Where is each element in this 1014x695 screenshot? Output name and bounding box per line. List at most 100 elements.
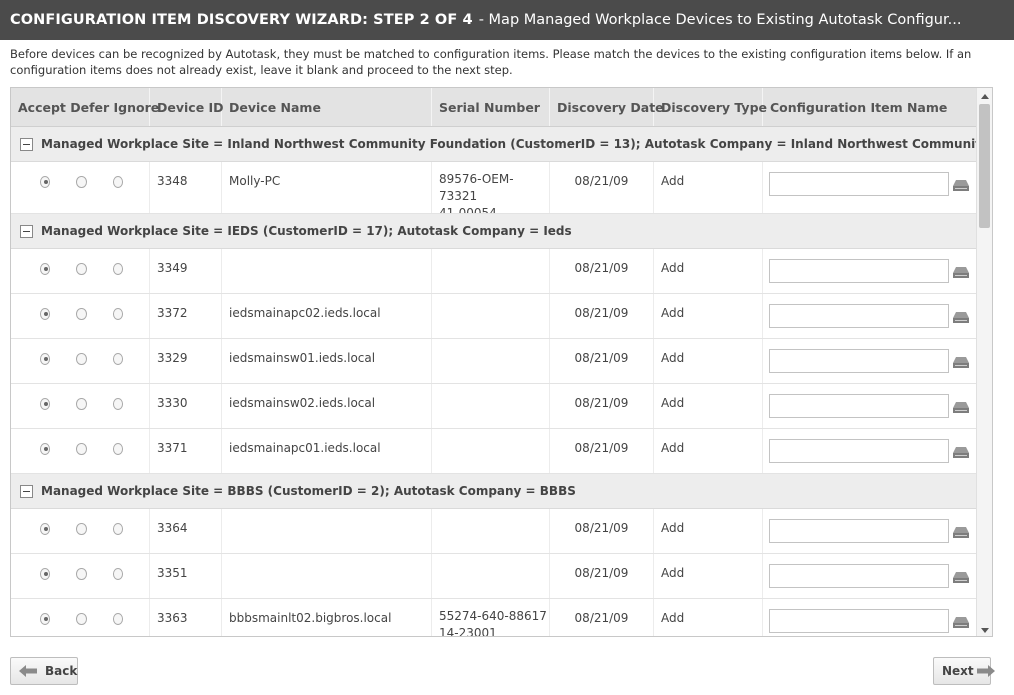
defer-radio[interactable] (76, 176, 87, 188)
action-radio-group (11, 429, 150, 473)
ignore-radio[interactable] (112, 263, 123, 275)
accept-radio[interactable] (40, 568, 51, 580)
header-device-id[interactable]: Device ID (150, 88, 224, 126)
serial-line-2: 41-00054 (439, 206, 497, 213)
wizard-step-subtitle: - Map Managed Workplace Devices to Exist… (478, 12, 962, 28)
collapse-icon[interactable] (20, 484, 33, 498)
collapse-icon[interactable] (20, 224, 33, 238)
back-button-label: Back (45, 664, 78, 678)
discovery-date-cell: 08/21/09 (550, 384, 654, 428)
lookup-icon[interactable] (953, 525, 969, 539)
discovery-type-cell: Add (654, 384, 763, 428)
accept-radio[interactable] (40, 308, 51, 320)
ci-name-input[interactable] (769, 439, 949, 463)
header-device-name[interactable]: Device Name (222, 88, 432, 126)
lookup-icon[interactable] (953, 400, 969, 414)
lookup-icon[interactable] (953, 265, 969, 279)
action-radio-group (11, 294, 150, 338)
ignore-radio[interactable] (112, 568, 123, 580)
ci-name-cell (763, 339, 977, 383)
serial-line-1: 55274-640-88617 (439, 609, 547, 623)
next-button-label: Next (942, 664, 974, 678)
defer-radio[interactable] (76, 263, 87, 275)
discovery-type-cell: Add (654, 509, 763, 553)
scroll-up-icon[interactable] (977, 88, 992, 104)
ci-name-input[interactable] (769, 172, 949, 196)
ignore-radio[interactable] (112, 443, 123, 455)
ci-name-input[interactable] (769, 349, 949, 373)
device-name-cell: Molly-PC (222, 162, 432, 213)
device-name-cell: iedsmainapc01.ieds.local (222, 429, 432, 473)
defer-radio[interactable] (76, 398, 87, 410)
device-row: 3371 iedsmainapc01.ieds.local 08/21/09 Add (11, 429, 977, 474)
accept-radio[interactable] (40, 398, 51, 410)
device-name-cell (222, 509, 432, 553)
action-radio-group (11, 599, 150, 636)
header-accept-defer-ignore: Accept Defer Ignore (11, 88, 159, 126)
serial-number-cell (432, 429, 550, 473)
ignore-radio[interactable] (112, 523, 123, 535)
lookup-icon[interactable] (953, 355, 969, 369)
header-discovery-type[interactable]: Discovery Type (654, 88, 767, 126)
device-row: 3372 iedsmainapc02.ieds.local 08/21/09 Add (11, 294, 977, 339)
accept-radio[interactable] (40, 263, 51, 275)
discovery-date-cell: 08/21/09 (550, 162, 654, 213)
ci-name-input[interactable] (769, 394, 949, 418)
device-row: 3348 Molly-PC 89576-OEM-73321 41-00054 08/21… (11, 162, 977, 214)
accept-radio[interactable] (40, 353, 51, 365)
lookup-icon[interactable] (953, 570, 969, 584)
device-id-cell: 3329 (150, 339, 222, 383)
action-radio-group (11, 509, 150, 553)
scroll-down-icon[interactable] (977, 622, 992, 636)
discovery-date-cell: 08/21/09 (550, 339, 654, 383)
serial-number-cell (432, 294, 550, 338)
defer-radio[interactable] (76, 308, 87, 320)
ignore-radio[interactable] (112, 308, 123, 320)
ci-name-input[interactable] (769, 609, 949, 633)
device-row: 3329 iedsmainsw01.ieds.local 08/21/09 Add (11, 339, 977, 384)
next-button[interactable]: Next (933, 657, 995, 685)
ignore-radio[interactable] (112, 398, 123, 410)
header-serial-number[interactable]: Serial Number (432, 88, 550, 126)
discovery-date-cell: 08/21/09 (550, 429, 654, 473)
discovery-type-cell: Add (654, 429, 763, 473)
accept-radio[interactable] (40, 523, 51, 535)
discovery-type-cell: Add (654, 162, 763, 213)
group-label: Managed Workplace Site = Inland Northwes… (41, 137, 993, 151)
lookup-icon[interactable] (953, 445, 969, 459)
device-id-cell: 3363 (150, 599, 222, 636)
ci-name-input[interactable] (769, 519, 949, 543)
action-radio-group (11, 162, 150, 213)
ignore-radio[interactable] (112, 353, 123, 365)
defer-radio[interactable] (76, 568, 87, 580)
ci-name-cell (763, 384, 977, 428)
defer-radio[interactable] (76, 613, 87, 625)
device-name-cell (222, 249, 432, 293)
back-button[interactable]: Back (10, 657, 78, 685)
lookup-icon[interactable] (953, 310, 969, 324)
scrollbar-thumb[interactable] (979, 104, 990, 228)
defer-radio[interactable] (76, 523, 87, 535)
ci-name-input[interactable] (769, 304, 949, 328)
group-label: Managed Workplace Site = BBBS (CustomerI… (41, 484, 576, 498)
accept-radio[interactable] (40, 443, 51, 455)
accept-radio[interactable] (40, 613, 51, 625)
lookup-icon[interactable] (953, 615, 969, 629)
defer-radio[interactable] (76, 353, 87, 365)
lookup-icon[interactable] (953, 178, 969, 192)
ignore-radio[interactable] (112, 613, 123, 625)
ci-name-input[interactable] (769, 564, 949, 588)
defer-radio[interactable] (76, 443, 87, 455)
device-id-cell: 3364 (150, 509, 222, 553)
device-id-cell: 3330 (150, 384, 222, 428)
header-discovery-date[interactable]: Discovery Date (550, 88, 664, 126)
wizard-step-title: CONFIGURATION ITEM DISCOVERY WIZARD: STE… (10, 12, 473, 28)
collapse-icon[interactable] (20, 137, 33, 151)
vertical-scrollbar[interactable] (976, 88, 992, 636)
discovery-date-cell: 08/21/09 (550, 554, 654, 598)
ci-name-input[interactable] (769, 259, 949, 283)
ignore-radio[interactable] (112, 176, 123, 188)
discovery-date-cell: 08/21/09 (550, 249, 654, 293)
discovery-date-cell: 08/21/09 (550, 509, 654, 553)
accept-radio[interactable] (40, 176, 51, 188)
